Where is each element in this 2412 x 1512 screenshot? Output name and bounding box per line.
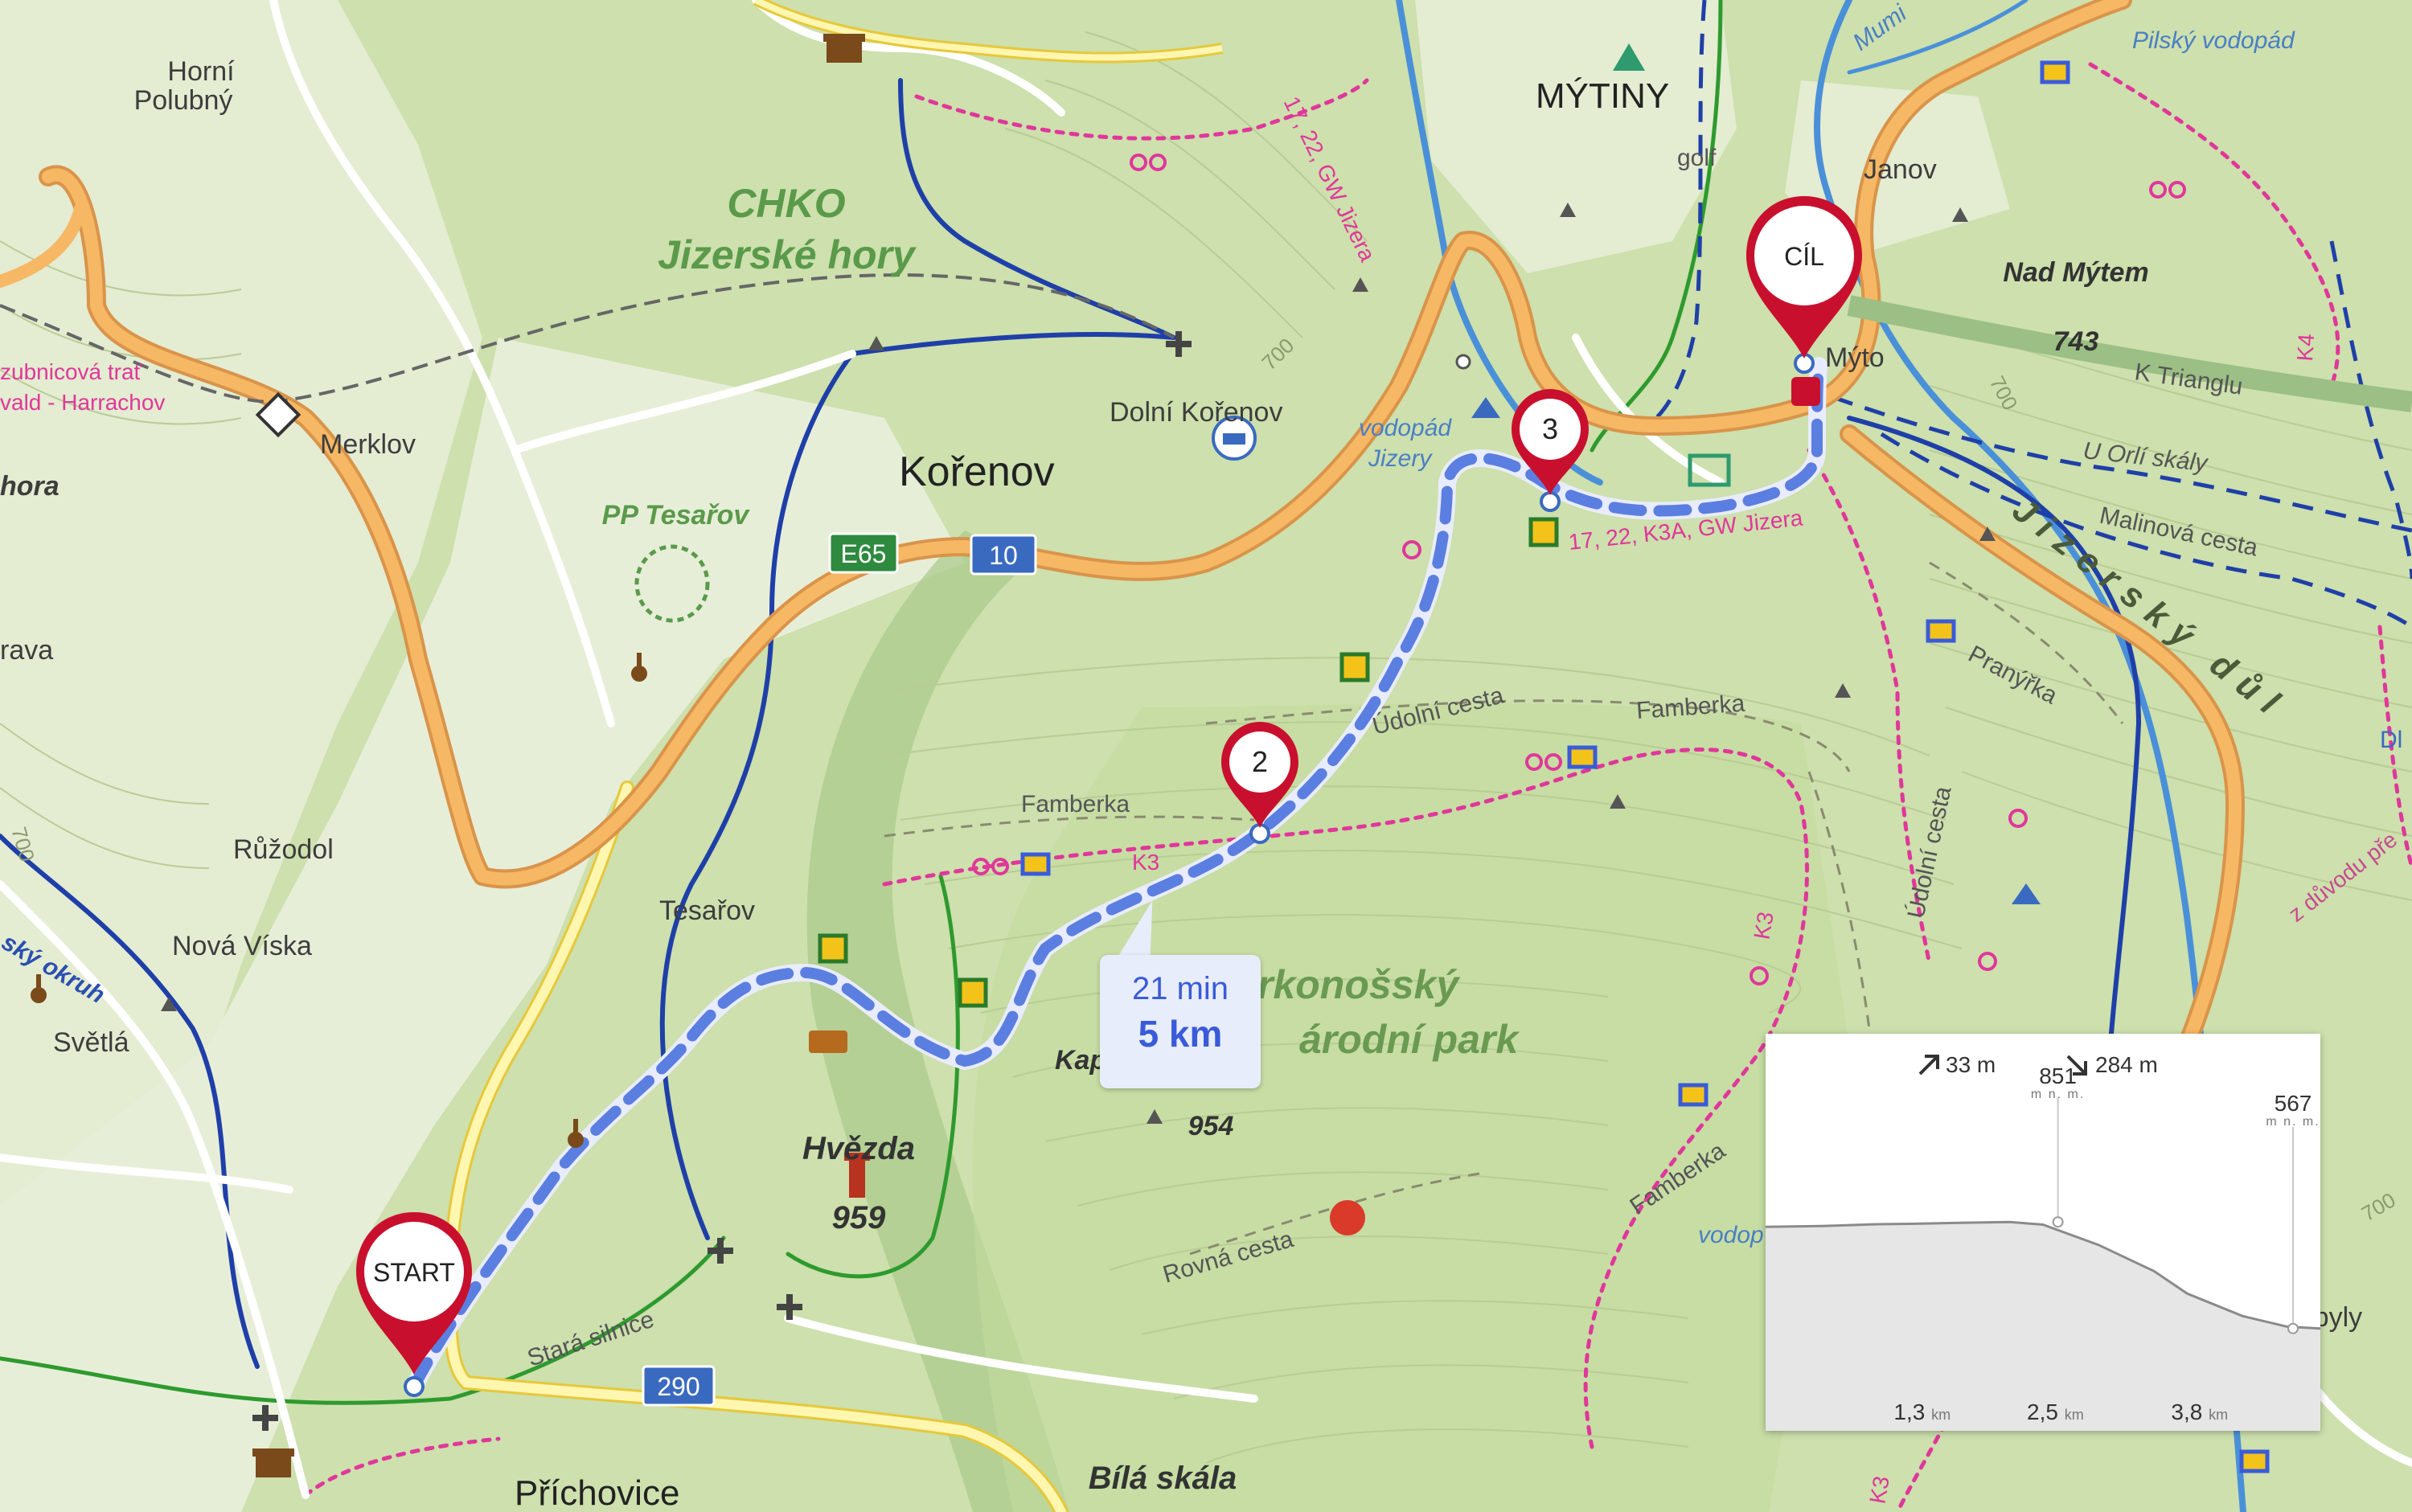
label-korenov: Kořenov xyxy=(899,449,1055,495)
trail-sign-icon xyxy=(1567,745,1598,769)
finish-marker-label: CÍL xyxy=(1784,242,1824,271)
road-badge-e65-label: E65 xyxy=(841,539,887,568)
ascent-indicator: 33 m xyxy=(1918,1052,1996,1077)
waypoint-2-label: 2 xyxy=(1252,745,1268,778)
label-hvezda: Hvězda xyxy=(802,1131,915,1166)
route-waypoint-3-point[interactable] xyxy=(1540,491,1561,512)
trail-sign-icon xyxy=(1339,652,1370,682)
label-mytiny: MÝTINY xyxy=(1536,76,1669,116)
elevation-max-value: 851 xyxy=(2039,1063,2077,1088)
label-nova-viska: Nová Víska xyxy=(172,931,312,961)
elevation-max-unit: m n. m. xyxy=(2031,1088,2085,1101)
hut-icon xyxy=(809,1031,847,1053)
elevation-profile-panel[interactable]: 33 m 284 m 851 m n. m. 567 m n. m. 1,3 k… xyxy=(1765,1034,2321,1431)
label-svetla: Světlá xyxy=(53,1027,129,1058)
label-famberka-2: Famberka xyxy=(1021,791,1130,817)
label-rava: rava xyxy=(0,635,53,666)
label-vodopad: vodopád xyxy=(1359,415,1452,441)
label-golf: golf xyxy=(1677,145,1717,171)
label-tesarov: Tesařov xyxy=(659,895,755,926)
label-dl: Dl xyxy=(2380,727,2402,753)
label-hora: hora xyxy=(0,471,59,502)
road-badge-10: 10 xyxy=(970,534,1037,576)
trail-sign-icon xyxy=(818,933,848,964)
label-kap-elev: 954 xyxy=(1188,1111,1234,1141)
label-pilsky-vodopad: Pilský vodopád xyxy=(2132,27,2295,54)
ascent-arrow-icon xyxy=(1918,1055,1939,1076)
label-merklov: Merklov xyxy=(320,429,416,460)
trail-sign-icon xyxy=(958,977,988,1008)
tower-icon xyxy=(1455,354,1471,370)
trail-sign-icon xyxy=(2040,60,2070,84)
label-kap: Kap xyxy=(1055,1045,1106,1076)
road-badge-10-label: 10 xyxy=(989,541,1018,570)
waypoint-3-label: 3 xyxy=(1542,412,1558,445)
label-ruzodol: Růžodol xyxy=(233,834,334,865)
descent-value: 284 m xyxy=(2095,1052,2158,1077)
label-hvezda-elev: 959 xyxy=(832,1200,886,1235)
label-chko: CHKO xyxy=(727,181,845,226)
label-rail-line2: vald - Harrachov xyxy=(0,390,165,415)
label-polubny: Polubný xyxy=(134,85,233,116)
mountain-rescue-icon xyxy=(1330,1200,1365,1235)
trail-sign-icon xyxy=(1528,517,1559,547)
elevation-end-dot xyxy=(2287,1322,2299,1334)
label-trail-k3-2: K3 xyxy=(1749,910,1778,941)
ascent-value: 33 m xyxy=(1946,1052,1996,1077)
road-badge-290: 290 xyxy=(642,1365,716,1407)
label-trail-k3: K3 xyxy=(1132,850,1159,875)
label-myto: Mýto xyxy=(1825,342,1885,373)
label-rail-line1: zubnicová trať xyxy=(0,359,143,384)
elevation-end-unit: m n. m. xyxy=(2266,1115,2320,1129)
label-pp-tesarov: PP Tesařov xyxy=(602,500,751,531)
elevation-max-dot xyxy=(2052,1216,2064,1228)
trail-sign-icon xyxy=(1678,1083,1708,1107)
label-trail-k3-3: K3 xyxy=(1864,1474,1893,1506)
label-prichovice: Příchovice xyxy=(515,1473,679,1512)
label-janov: Janov xyxy=(1864,154,1937,185)
elevation-end-value: 567 xyxy=(2275,1091,2312,1116)
label-horni: Horní xyxy=(167,56,235,87)
label-dolni-korenov: Dolní Kořenov xyxy=(1110,397,1282,428)
descent-indicator: 284 m xyxy=(2066,1052,2158,1077)
route-info-bubble[interactable]: 21 min 5 km xyxy=(1100,955,1261,1088)
label-nad-mytem-elev: 743 xyxy=(2053,326,2099,357)
label-jizery: Jizery xyxy=(1368,445,1433,472)
label-krnap-line2: árodní park xyxy=(1299,1017,1520,1062)
label-bila-skala: Bílá skála xyxy=(1089,1461,1237,1496)
road-badge-290-label: 290 xyxy=(657,1372,699,1401)
label-vodop: vodop xyxy=(1698,1222,1764,1248)
route-start-point[interactable] xyxy=(404,1376,425,1397)
trail-sign-icon xyxy=(2239,1449,2270,1473)
trail-sign-icon xyxy=(1020,852,1051,876)
label-nad-mytem: Nad Mýtem xyxy=(2003,257,2148,288)
label-krnap-line1: rkonošský xyxy=(1257,962,1460,1007)
label-jizerske-hory: Jizerské hory xyxy=(658,232,917,277)
castle-icon xyxy=(252,1448,294,1477)
road-badge-e65: E65 xyxy=(828,532,899,574)
route-distance: 5 km xyxy=(1138,1013,1223,1055)
label-trail-k4: K4 xyxy=(2292,333,2319,362)
castle-icon xyxy=(823,34,865,63)
bus-stop-icon xyxy=(1791,377,1820,406)
route-time: 21 min xyxy=(1131,971,1229,1006)
trail-sign-icon xyxy=(1926,619,1956,643)
start-marker-label: START xyxy=(373,1258,455,1287)
